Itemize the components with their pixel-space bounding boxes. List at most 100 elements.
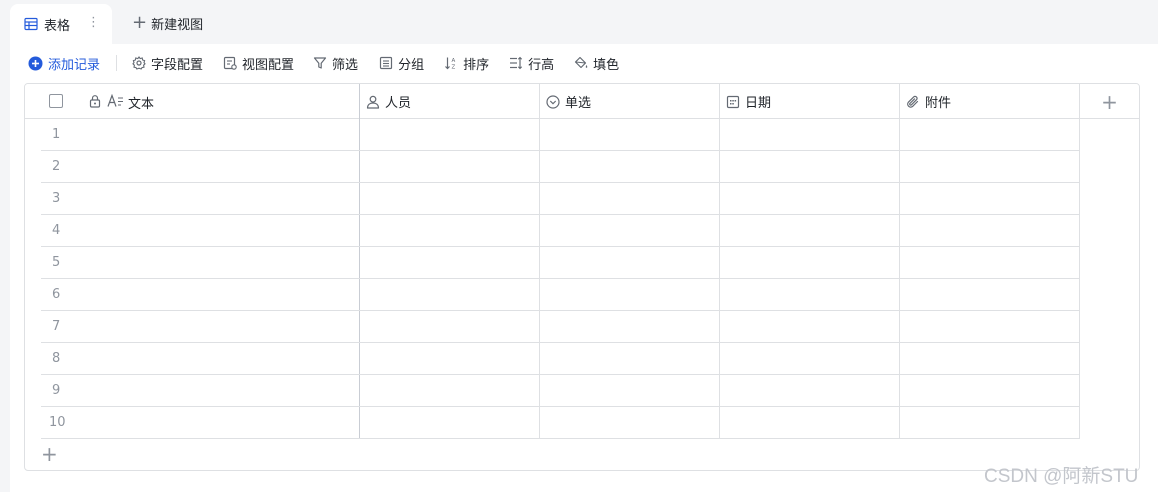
attachment-cell[interactable] [900, 375, 1080, 406]
attachment-cell[interactable] [900, 343, 1080, 374]
date-cell[interactable] [720, 151, 900, 182]
person-cell[interactable] [360, 183, 540, 214]
svg-text:A: A [452, 58, 456, 64]
single-select-cell[interactable] [540, 119, 720, 150]
date-cell[interactable] [720, 407, 900, 438]
text-cell[interactable]: 2 [41, 151, 360, 182]
field-config-button[interactable]: 字段配置 [132, 52, 203, 74]
row-number: 5 [52, 255, 61, 270]
sort-button[interactable]: AZ 排序 [444, 52, 489, 74]
row-height-label: 行高 [528, 57, 555, 73]
single-select-cell[interactable] [540, 183, 720, 214]
column-header-date[interactable]: 日期 [720, 84, 900, 119]
column-header-attachment[interactable]: 附件 [900, 84, 1080, 119]
single-select-cell[interactable] [540, 311, 720, 342]
date-cell[interactable] [720, 119, 900, 150]
row-number: 4 [52, 223, 61, 238]
column-label: 日期 [745, 96, 772, 111]
table-row[interactable]: 9 [41, 375, 1080, 407]
date-cell[interactable] [720, 311, 900, 342]
lock-icon [88, 94, 102, 108]
date-cell[interactable] [720, 247, 900, 278]
single-select-icon [546, 94, 560, 109]
date-cell[interactable] [720, 375, 900, 406]
person-cell[interactable] [360, 343, 540, 374]
text-cell[interactable]: 9 [41, 375, 360, 406]
row-height-icon [509, 56, 523, 70]
single-select-cell[interactable] [540, 151, 720, 182]
attachment-cell[interactable] [900, 279, 1080, 310]
table-row[interactable]: 2 [41, 151, 1080, 183]
date-cell[interactable] [720, 343, 900, 374]
date-cell[interactable] [720, 279, 900, 310]
person-cell[interactable] [360, 119, 540, 150]
person-cell[interactable] [360, 279, 540, 310]
person-cell[interactable] [360, 247, 540, 278]
person-cell[interactable] [360, 407, 540, 438]
table-row[interactable]: 3 [41, 183, 1080, 215]
table-row[interactable]: 4 [41, 215, 1080, 247]
attachment-cell[interactable] [900, 183, 1080, 214]
text-cell[interactable]: 6 [41, 279, 360, 310]
column-label: 人员 [385, 96, 412, 111]
tab-label: 表格 [44, 18, 71, 34]
add-column-button[interactable]: + [1080, 84, 1139, 119]
attachment-cell[interactable] [900, 407, 1080, 438]
attachment-cell[interactable] [900, 151, 1080, 182]
person-cell[interactable] [360, 311, 540, 342]
column-header-text[interactable]: 文本 [25, 84, 360, 119]
add-circle-icon [28, 56, 43, 71]
table-grid-icon [24, 17, 38, 31]
person-cell[interactable] [360, 215, 540, 246]
text-cell[interactable]: 10 [41, 407, 360, 438]
group-button[interactable]: 分组 [379, 52, 424, 74]
person-icon [366, 95, 380, 109]
tab-table-view[interactable]: 表格 ⋮ [10, 4, 112, 44]
table-row[interactable]: 1 [41, 119, 1080, 151]
text-cell[interactable]: 1 [41, 119, 360, 150]
text-cell[interactable]: 7 [41, 311, 360, 342]
table-row[interactable]: 8 [41, 343, 1080, 375]
more-options-icon[interactable]: ⋮ [87, 15, 100, 31]
watermark: CSDN @阿新STU [984, 466, 1139, 487]
add-record-button[interactable]: 添加记录 [28, 52, 100, 74]
fill-color-button[interactable]: 填色 [574, 52, 619, 74]
text-cell[interactable]: 5 [41, 247, 360, 278]
text-cell[interactable]: 8 [41, 343, 360, 374]
row-height-button[interactable]: 行高 [509, 52, 554, 74]
date-cell[interactable] [720, 183, 900, 214]
single-select-cell[interactable] [540, 375, 720, 406]
row-number: 3 [52, 191, 61, 206]
single-select-cell[interactable] [540, 279, 720, 310]
filter-label: 筛选 [332, 57, 359, 73]
table-row[interactable]: 10 [41, 407, 1080, 439]
filter-button[interactable]: 筛选 [313, 52, 358, 74]
single-select-cell[interactable] [540, 407, 720, 438]
column-label: 附件 [925, 96, 952, 111]
plus-icon: + [132, 12, 148, 33]
column-header-single-select[interactable]: 单选 [540, 84, 720, 119]
column-header-person[interactable]: 人员 [360, 84, 540, 119]
select-all-checkbox[interactable] [49, 94, 63, 108]
text-icon [107, 94, 124, 108]
toolbar-divider [116, 55, 118, 71]
attachment-cell[interactable] [900, 119, 1080, 150]
table-row[interactable]: 7 [41, 311, 1080, 343]
new-view-button[interactable]: + 新建视图 [132, 12, 203, 34]
table-row[interactable]: 5 [41, 247, 1080, 279]
text-cell[interactable]: 4 [41, 215, 360, 246]
attachment-cell[interactable] [900, 311, 1080, 342]
person-cell[interactable] [360, 151, 540, 182]
attachment-cell[interactable] [900, 215, 1080, 246]
gear-icon [132, 56, 146, 70]
person-cell[interactable] [360, 375, 540, 406]
date-cell[interactable] [720, 215, 900, 246]
text-cell[interactable]: 3 [41, 183, 360, 214]
single-select-cell[interactable] [540, 247, 720, 278]
add-row-button[interactable]: + [41, 444, 58, 464]
single-select-cell[interactable] [540, 343, 720, 374]
view-config-button[interactable]: 视图配置 [223, 52, 294, 74]
attachment-cell[interactable] [900, 247, 1080, 278]
table-row[interactable]: 6 [41, 279, 1080, 311]
single-select-cell[interactable] [540, 215, 720, 246]
